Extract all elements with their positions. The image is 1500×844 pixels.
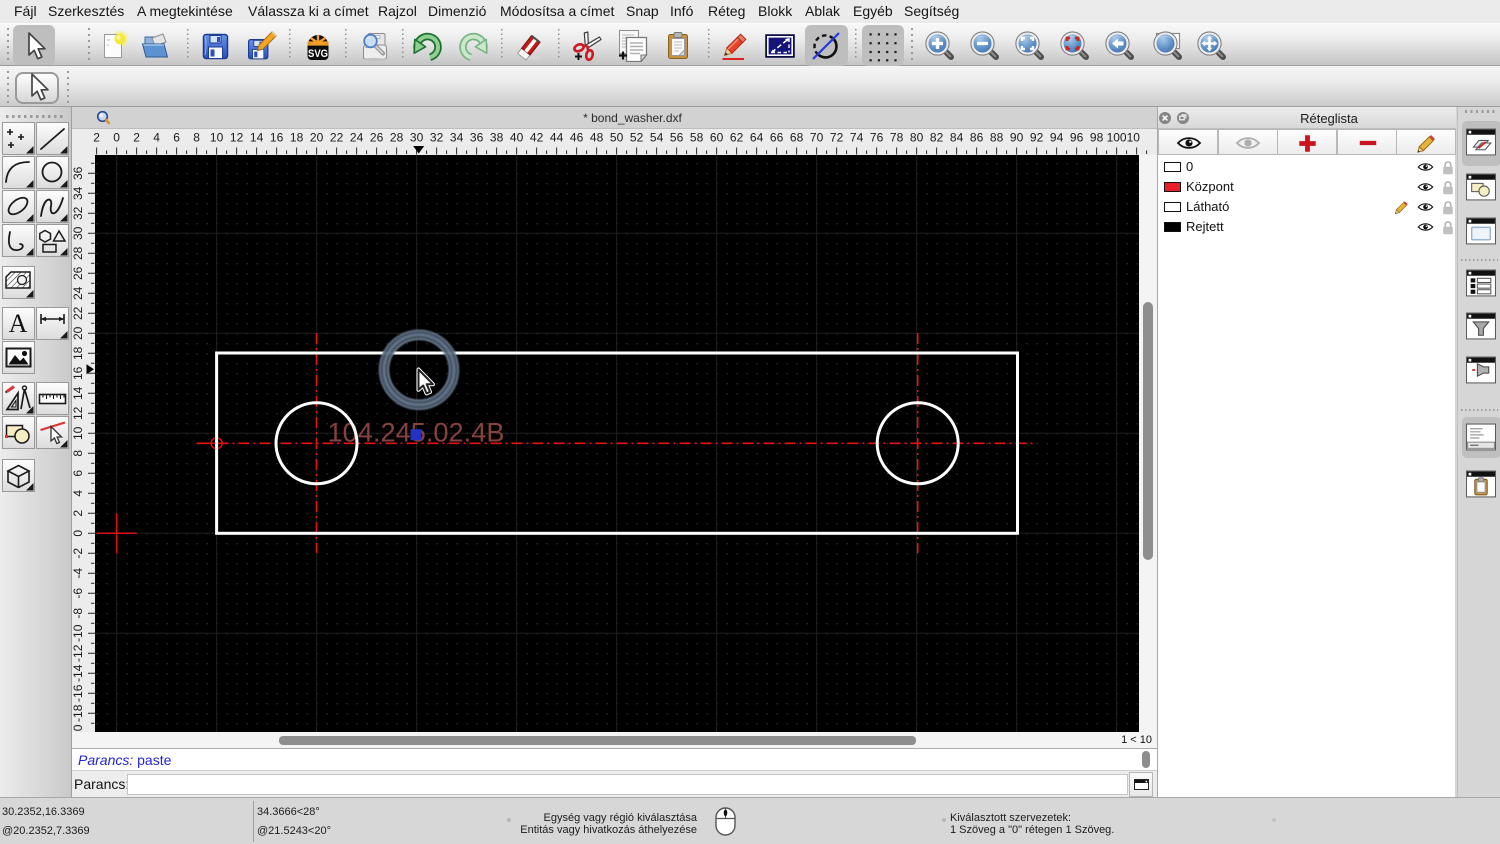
svg-text:92: 92 (1030, 131, 1044, 145)
svg-text:20: 20 (310, 131, 324, 145)
svg-text:22: 22 (330, 131, 344, 145)
svg-text:90: 90 (1010, 131, 1024, 145)
svg-text:-18: -18 (72, 704, 85, 722)
svg-text:0: 0 (113, 131, 120, 145)
svg-text:94: 94 (1050, 131, 1064, 145)
svg-text:-6: -6 (72, 588, 85, 599)
svg-text:78: 78 (890, 131, 904, 145)
svg-text:40: 40 (510, 131, 524, 145)
svg-text:52: 52 (630, 131, 644, 145)
svg-text:84: 84 (950, 131, 964, 145)
svg-text:10: 10 (210, 131, 224, 145)
svg-text:-4: -4 (72, 568, 85, 579)
svg-text:86: 86 (970, 131, 984, 145)
svg-text:36: 36 (470, 131, 484, 145)
svg-text:70: 70 (810, 131, 824, 145)
svg-text:-2: -2 (72, 548, 85, 559)
svg-text:76: 76 (870, 131, 884, 145)
svg-text:42: 42 (530, 131, 544, 145)
svg-text:A: A (9, 309, 28, 338)
svg-text:-10: -10 (72, 624, 85, 642)
svg-text:-16: -16 (72, 684, 85, 702)
svg-text:-12: -12 (72, 644, 85, 662)
svg-text:8: 8 (72, 450, 85, 457)
svg-text:SVG: SVG (308, 48, 328, 60)
svg-text:44: 44 (550, 131, 564, 145)
svg-text:18: 18 (290, 131, 304, 145)
svg-text:22: 22 (72, 306, 85, 320)
svg-text:64: 64 (750, 131, 764, 145)
svg-text:26: 26 (72, 266, 85, 280)
svg-text:20: 20 (72, 326, 85, 340)
svg-text:24: 24 (350, 131, 364, 145)
svg-text:2: 2 (133, 131, 140, 145)
svg-text:6: 6 (72, 470, 85, 477)
svg-text:68: 68 (790, 131, 804, 145)
svg-text:14: 14 (72, 386, 85, 400)
svg-text:28: 28 (72, 246, 85, 260)
svg-text:30: 30 (72, 226, 85, 240)
svg-text:14: 14 (250, 131, 264, 145)
svg-text:80: 80 (910, 131, 924, 145)
svg-text:46: 46 (570, 131, 584, 145)
svg-text:10: 10 (72, 426, 85, 440)
svg-text:98: 98 (1090, 131, 1104, 145)
svg-text:34: 34 (72, 186, 85, 200)
svg-text:18: 18 (72, 346, 85, 360)
svg-text:28: 28 (390, 131, 404, 145)
svg-text:66: 66 (770, 131, 784, 145)
svg-text:88: 88 (990, 131, 1004, 145)
svg-text:-14: -14 (72, 664, 85, 682)
svg-text:72: 72 (830, 131, 844, 145)
svg-text:16: 16 (72, 366, 85, 380)
svg-text:6: 6 (173, 131, 180, 145)
svg-text:32: 32 (430, 131, 444, 145)
svg-text:32: 32 (72, 206, 85, 220)
svg-text:16: 16 (270, 131, 284, 145)
svg-text:-8: -8 (72, 608, 85, 619)
svg-text:34: 34 (450, 131, 464, 145)
svg-text:62: 62 (730, 131, 744, 145)
svg-text:12: 12 (230, 131, 244, 145)
svg-text:54: 54 (650, 131, 664, 145)
svg-text:50: 50 (610, 131, 624, 145)
svg-text:48: 48 (590, 131, 604, 145)
svg-text:2: 2 (93, 131, 100, 145)
svg-text:36: 36 (72, 166, 85, 180)
svg-text:58: 58 (690, 131, 704, 145)
svg-text:4: 4 (72, 490, 85, 497)
svg-text:82: 82 (930, 131, 944, 145)
svg-text:100: 100 (1107, 131, 1127, 145)
svg-text:96: 96 (1070, 131, 1084, 145)
svg-text:56: 56 (670, 131, 684, 145)
svg-text:26: 26 (370, 131, 384, 145)
svg-text:8: 8 (193, 131, 200, 145)
svg-text:0: 0 (72, 530, 85, 537)
svg-text:2: 2 (72, 510, 85, 517)
svg-text:38: 38 (490, 131, 504, 145)
svg-text:74: 74 (850, 131, 864, 145)
svg-text:-20: -20 (72, 724, 85, 732)
svg-text:60: 60 (710, 131, 724, 145)
svg-text:12: 12 (72, 406, 85, 420)
svg-text:24: 24 (72, 286, 85, 300)
svg-text:30: 30 (410, 131, 424, 145)
svg-text:4: 4 (153, 131, 160, 145)
